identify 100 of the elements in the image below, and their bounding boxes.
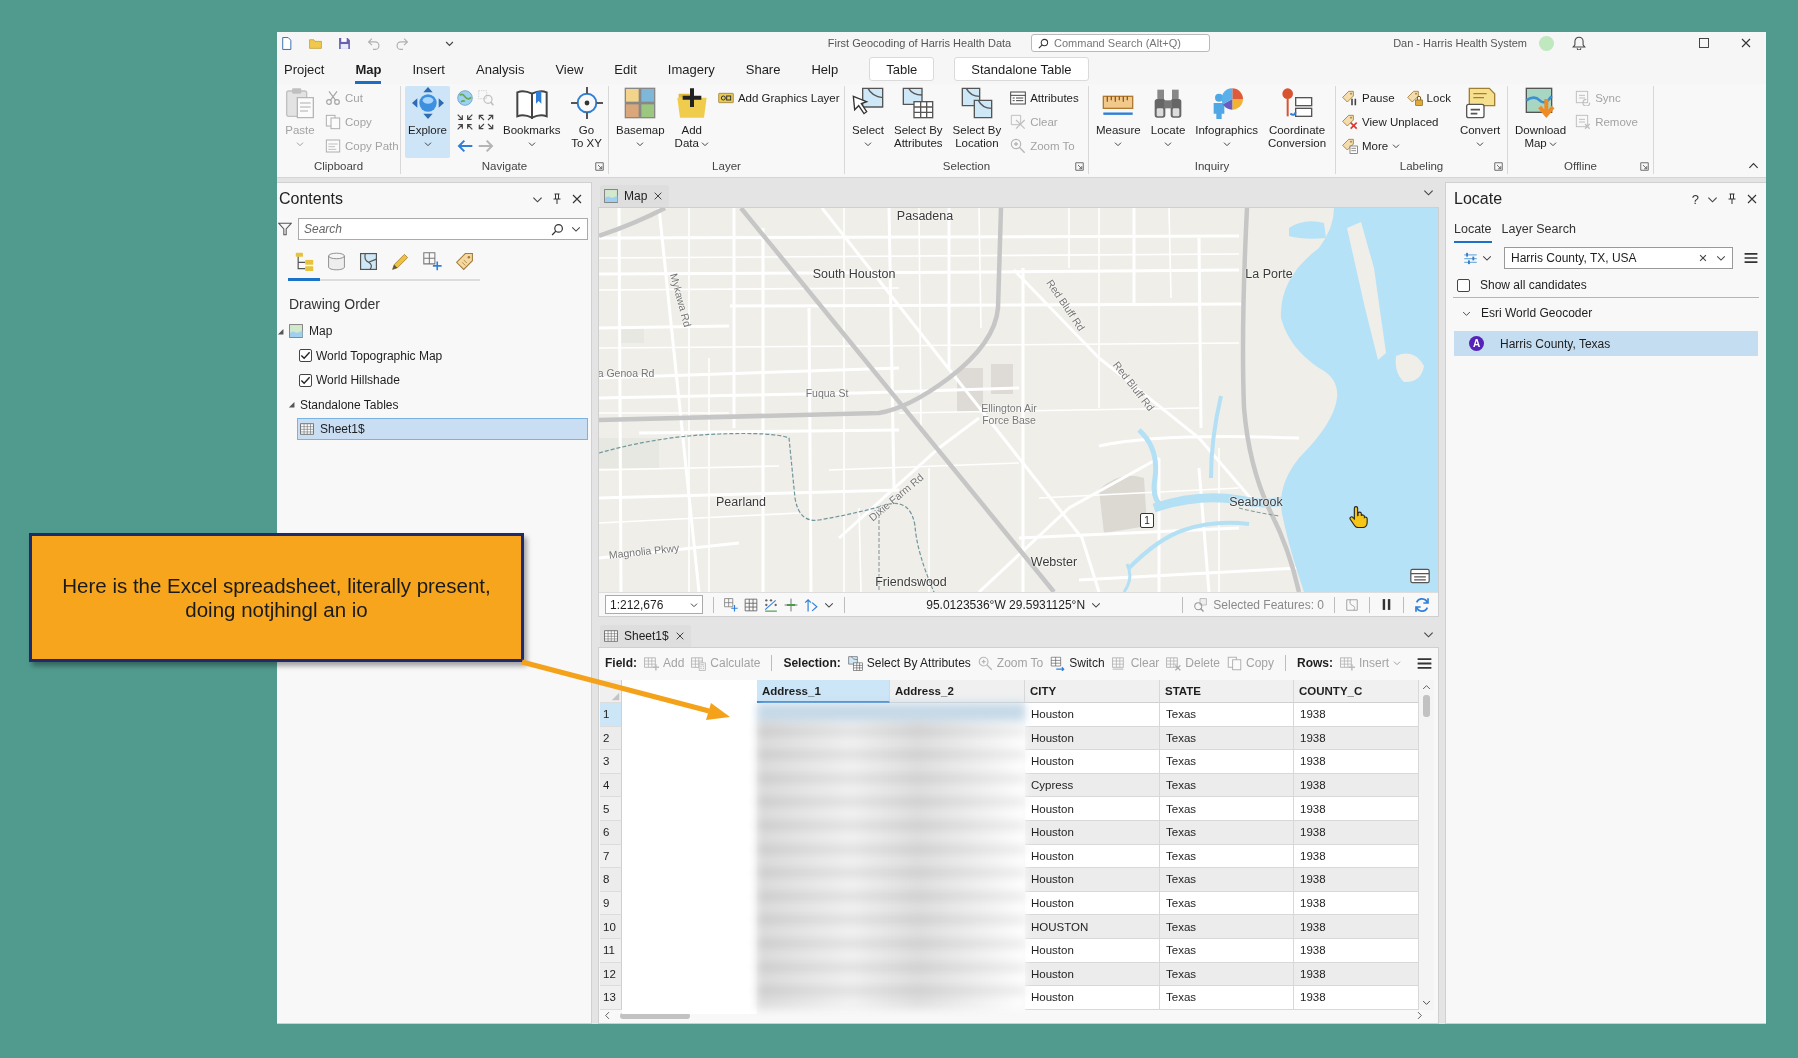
expanded-triangle-icon[interactable] (288, 401, 295, 409)
pin-icon[interactable] (1726, 193, 1738, 205)
ribbon-button[interactable]: Bookmarks (500, 86, 564, 158)
tree-item[interactable]: Map (286, 320, 336, 343)
ribbon-tab[interactable]: Edit (614, 54, 637, 84)
ribbon-button[interactable]: Add Data (671, 86, 712, 158)
sliders-icon[interactable] (1463, 250, 1478, 266)
ribbon-button[interactable]: Basemap (613, 86, 668, 158)
row-number[interactable]: 10 (600, 915, 622, 939)
ribbon-button[interactable]: Add Graphics Layer (715, 87, 842, 109)
arrows-inward-icon[interactable] (456, 114, 473, 130)
ribbon-tab[interactable]: Insert (412, 54, 445, 84)
close-icon[interactable] (1740, 37, 1752, 49)
arrows-icon[interactable] (804, 597, 818, 612)
filter-icon[interactable] (278, 222, 292, 236)
guides-icon[interactable] (784, 597, 798, 612)
ribbon-tab[interactable]: Project (284, 54, 325, 84)
refresh-icon[interactable] (1414, 596, 1430, 613)
menu-icon[interactable] (1417, 655, 1432, 671)
pin-icon[interactable] (551, 193, 563, 205)
grid-plus-icon[interactable] (724, 597, 738, 612)
row-number[interactable]: 9 (600, 891, 622, 916)
close-icon[interactable] (653, 191, 664, 201)
scroll-thumb[interactable] (1423, 695, 1430, 717)
ribbon-button[interactable]: Select By Location (949, 86, 1005, 158)
ribbon-tab[interactable]: Table (869, 57, 935, 81)
close-icon[interactable] (571, 193, 583, 205)
document-tab[interactable]: Map (600, 185, 670, 207)
ribbon-button[interactable]: Select By Attributes (891, 86, 946, 158)
pause-icon[interactable] (1380, 598, 1393, 611)
new-file-icon[interactable] (280, 36, 293, 50)
scroll-up-icon[interactable] (1422, 683, 1431, 692)
checkbox[interactable] (299, 349, 312, 363)
ribbon-button[interactable]: Go To XY (567, 86, 606, 158)
panel-icon[interactable] (1410, 566, 1430, 586)
close-icon[interactable] (1746, 193, 1758, 205)
ribbon-button[interactable]: More (1340, 135, 1403, 157)
document-tab[interactable]: Sheet1$ (600, 625, 691, 647)
search-field[interactable]: Search (298, 218, 588, 240)
save-icon[interactable] (338, 36, 351, 50)
scroll-thumb[interactable] (620, 1012, 690, 1019)
ribbon-tab[interactable]: Imagery (667, 54, 715, 84)
help-button[interactable]: ? (1691, 191, 1699, 207)
dialog-launcher-icon[interactable] (595, 161, 604, 171)
column-header[interactable]: CITY (1025, 680, 1160, 703)
ribbon-button[interactable]: Infographics (1192, 86, 1261, 158)
maximize-icon[interactable] (1698, 37, 1710, 49)
tree-item[interactable]: World Hillshade (313, 369, 403, 392)
chevron-down-icon[interactable] (1716, 253, 1726, 263)
ribbon-button[interactable]: Download Map (1512, 86, 1570, 158)
ribbon-tab[interactable]: Standalone Table (954, 57, 1089, 81)
row-number[interactable]: 8 (600, 868, 622, 892)
toolbar-button[interactable]: Switch (1050, 652, 1105, 674)
column-header[interactable]: STATE (1160, 680, 1294, 703)
ribbon-button[interactable]: Locate (1147, 86, 1189, 158)
ribbon-button[interactable]: Measure (1093, 86, 1144, 158)
toolbar-button[interactable]: Select By Attributes (847, 652, 971, 674)
scale-field[interactable]: 1:212,676 (605, 595, 703, 614)
globe-icon[interactable] (456, 90, 473, 106)
snapping-icon[interactable] (764, 597, 778, 612)
row-number[interactable]: 1 (600, 703, 622, 727)
ribbon-button[interactable]: Attributes (1008, 87, 1081, 109)
row-number[interactable]: 6 (600, 820, 622, 845)
ribbon-button[interactable]: Lock (1404, 87, 1453, 109)
ribbon-button[interactable]: Select (849, 86, 887, 158)
locate-search-field[interactable]: Harris County, TX, USA (1504, 247, 1733, 269)
row-number[interactable]: 7 (600, 844, 622, 869)
checkbox[interactable] (1457, 278, 1470, 292)
ribbon-button[interactable]: Coordinate Conversion (1264, 86, 1330, 158)
expanded-triangle-icon[interactable] (277, 327, 284, 335)
clear-icon[interactable] (1698, 253, 1708, 263)
tree-item[interactable]: Standalone Tables (297, 393, 402, 416)
back-arrow-icon[interactable] (456, 138, 473, 154)
command-search-field[interactable]: Command Search (Alt+Q) (1031, 34, 1210, 52)
dialog-launcher-icon[interactable] (1075, 161, 1084, 171)
column-header[interactable]: Address_1 (757, 680, 890, 703)
row-number[interactable]: 4 (600, 773, 622, 798)
row-number[interactable]: 12 (600, 962, 622, 987)
ribbon-button[interactable]: View Unplaced (1340, 111, 1441, 133)
pane-tab[interactable]: Locate (1454, 215, 1492, 243)
result-item[interactable]: A Harris County, Texas (1454, 331, 1758, 356)
row-number[interactable]: 11 (600, 938, 622, 963)
dialog-launcher-icon[interactable] (1640, 161, 1649, 171)
row-number[interactable]: 3 (600, 750, 622, 774)
tree-item[interactable]: Sheet1$ (297, 418, 588, 441)
scroll-left-icon[interactable] (603, 1011, 612, 1021)
chevron-down-icon[interactable] (1482, 253, 1492, 263)
ribbon-tab[interactable]: View (555, 54, 584, 84)
pane-tab[interactable]: Layer Search (1501, 215, 1576, 243)
arrows-outward-icon[interactable] (477, 114, 494, 130)
row-number[interactable]: 2 (600, 726, 622, 751)
zoom-selection-icon[interactable] (1193, 597, 1208, 612)
collapse-caret-icon[interactable] (1748, 160, 1759, 171)
menu-icon[interactable] (1744, 251, 1758, 265)
row-number[interactable]: 5 (600, 797, 622, 821)
ribbon-tab[interactable]: Analysis (476, 54, 525, 84)
scroll-right-icon[interactable] (1415, 1011, 1424, 1021)
ribbon-tab[interactable]: Share (745, 54, 781, 84)
dialog-launcher-icon[interactable] (1494, 161, 1503, 171)
close-icon[interactable] (674, 631, 685, 641)
